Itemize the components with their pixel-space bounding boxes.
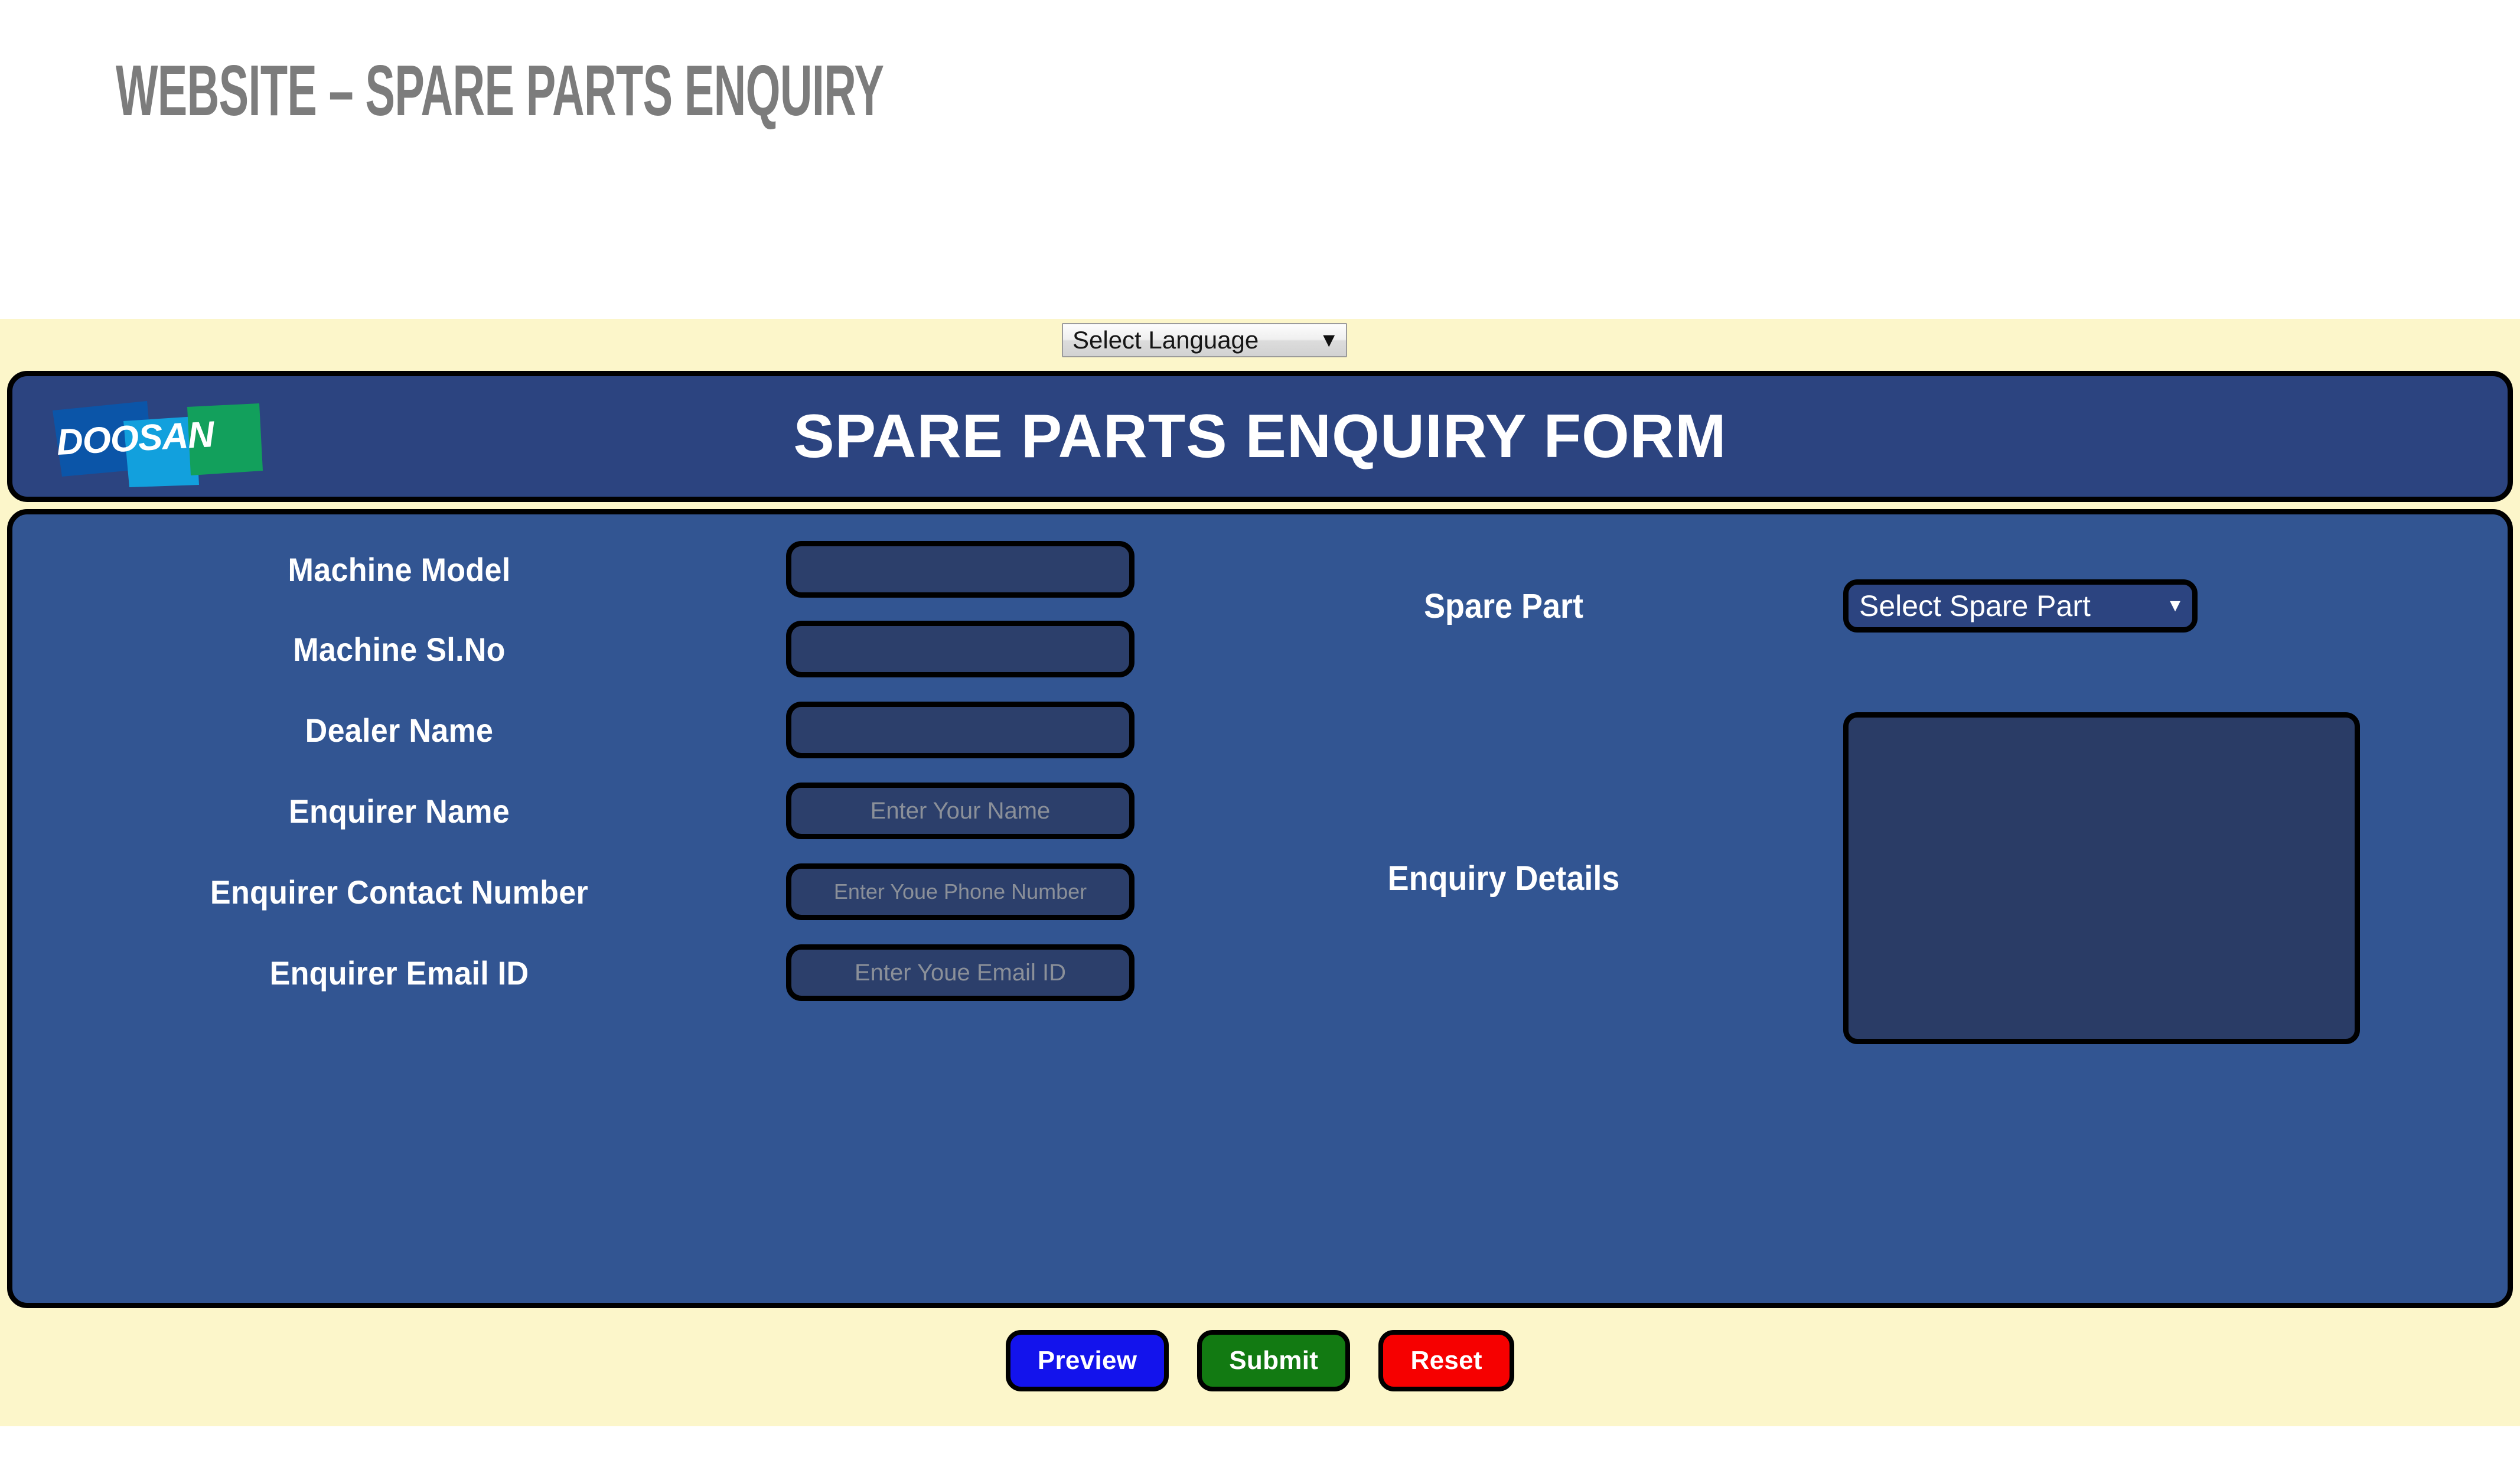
reset-button[interactable]: Reset <box>1378 1330 1515 1391</box>
label-machine-model: Machine Model <box>288 550 511 588</box>
action-button-bar: Preview Submit Reset <box>0 1330 2520 1391</box>
input-enquirer-contact-number[interactable]: Enter Youe Phone Number <box>786 863 1135 920</box>
input-enquirer-email-id[interactable]: Enter Youe Email ID <box>786 944 1135 1001</box>
label-enquirer-contact-number: Enquirer Contact Number <box>210 873 589 911</box>
control-machine-model <box>786 541 1164 598</box>
field-row-spare-part: Spare Part Select Spare Part ▼ <box>1164 568 2508 644</box>
select-spare-part-dropdown[interactable]: Select Spare Part ▼ <box>1843 579 2198 633</box>
form-right-column: Spare Part Select Spare Part ▼ Enquiry D… <box>1164 514 2508 1303</box>
label-enquiry-details: Enquiry Details <box>1387 859 1620 898</box>
field-row-machine-slno: Machine Sl.No <box>12 611 1164 687</box>
control-enquirer-email: Enter Youe Email ID <box>786 944 1164 1001</box>
field-row-dealer-name: Dealer Name <box>12 692 1164 768</box>
field-row-enquiry-details: Enquiry Details <box>1164 712 2508 1044</box>
label-spare-part: Spare Part <box>1424 586 1583 625</box>
control-spare-part: Select Spare Part ▼ <box>1843 579 2508 633</box>
field-row-enquirer-name: Enquirer Name Enter Your Name <box>12 772 1164 849</box>
input-machine-slno[interactable] <box>786 621 1135 677</box>
browser-screenshot-region: Select Language ▼ DOOSAN SPARE PARTS ENQ… <box>0 319 2520 1426</box>
control-enquirer-contact: Enter Youe Phone Number <box>786 863 1164 920</box>
input-enquirer-name[interactable]: Enter Your Name <box>786 783 1135 839</box>
spare-part-selected-value: Select Spare Part <box>1859 589 2091 622</box>
control-enquiry-details <box>1843 712 2508 1044</box>
chevron-down-icon: ▼ <box>2166 596 2184 615</box>
preview-button[interactable]: Preview <box>1005 1330 1169 1391</box>
form-left-column: Machine Model Machine Sl.No Dealer Name … <box>12 514 1164 1303</box>
control-machine-slno <box>786 621 1164 677</box>
select-language-label: Select Language <box>1072 326 1259 354</box>
chevron-down-icon: ▼ <box>1319 329 1339 351</box>
control-dealer-name <box>786 702 1164 758</box>
label-machine-slno: Machine Sl.No <box>293 630 506 668</box>
select-language-dropdown[interactable]: Select Language ▼ <box>1062 323 1347 357</box>
slide-title: WEBSITE – SPARE PARTS ENQUIRY <box>116 50 884 131</box>
textarea-enquiry-details[interactable] <box>1843 712 2360 1044</box>
input-dealer-name[interactable] <box>786 702 1135 758</box>
label-enquirer-email-id: Enquirer Email ID <box>269 954 529 992</box>
field-row-machine-model: Machine Model <box>12 531 1164 608</box>
control-enquirer-name: Enter Your Name <box>786 783 1164 839</box>
form-header-bar: DOOSAN SPARE PARTS ENQUIRY FORM <box>7 371 2513 502</box>
field-row-enquirer-contact: Enquirer Contact Number Enter Youe Phone… <box>12 853 1164 930</box>
form-body-panel: Machine Model Machine Sl.No Dealer Name … <box>7 509 2513 1308</box>
submit-button[interactable]: Submit <box>1197 1330 1351 1391</box>
input-machine-model[interactable] <box>786 541 1135 598</box>
field-row-enquirer-email: Enquirer Email ID Enter Youe Email ID <box>12 934 1164 1011</box>
label-enquirer-name: Enquirer Name <box>288 792 510 830</box>
label-dealer-name: Dealer Name <box>305 711 494 749</box>
page-title: SPARE PARTS ENQUIRY FORM <box>793 402 1727 471</box>
